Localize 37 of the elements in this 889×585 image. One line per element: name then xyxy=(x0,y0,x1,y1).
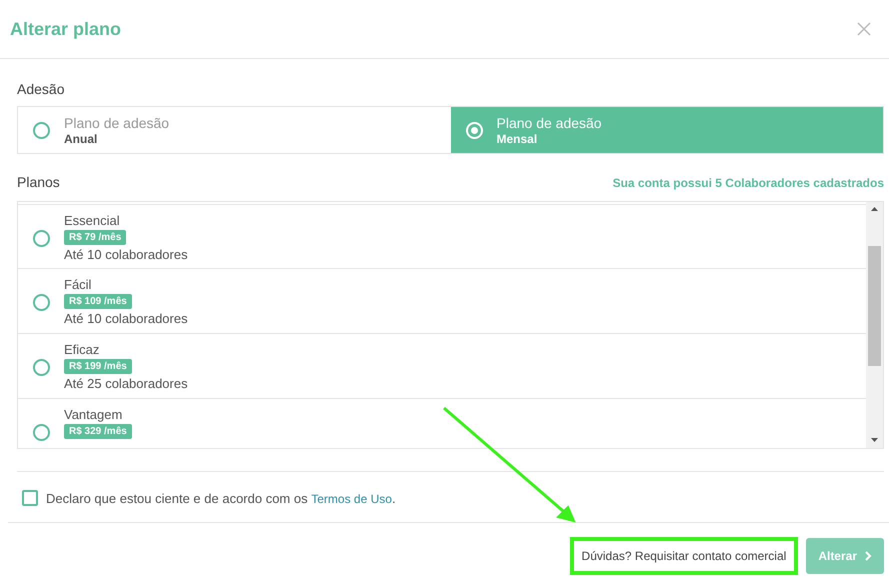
radio-icon xyxy=(466,122,482,138)
price-tag: R$ 109 /mês xyxy=(64,294,132,309)
option-label: Plano de adesão xyxy=(64,114,170,132)
radio-icon xyxy=(33,230,50,247)
plan-option[interactable]: Essencial R$ 79 /mês Até 10 colaboradores xyxy=(18,204,866,269)
radio-icon xyxy=(33,122,50,138)
terms-text: Declaro que estou ciente e de acordo com os Termos de Uso. xyxy=(46,490,396,506)
plan-name: Essencial xyxy=(64,213,121,228)
price-tag: R$ 79 /mês xyxy=(64,230,126,245)
scrollbar[interactable] xyxy=(866,202,883,448)
section-heading: Planos xyxy=(17,174,60,190)
dialog-title: Alterar plano xyxy=(10,18,122,40)
plan-option[interactable]: Eficaz R$ 199 /mês Até 25 colaboradores xyxy=(18,334,866,399)
adhesion-option[interactable]: Plano de adesão Anual xyxy=(18,107,450,153)
section-heading: Adesão xyxy=(17,81,66,97)
terms-link[interactable]: Termos de Uso xyxy=(311,492,392,506)
option-period: Mensal xyxy=(496,132,538,146)
radio-icon xyxy=(33,359,50,376)
option-period: Anual xyxy=(64,132,98,146)
radio-icon xyxy=(33,294,50,311)
option-label: Plano de adesão xyxy=(496,114,602,132)
collaborators-note: Sua conta possui 5 Colaboradores cadastrados xyxy=(612,176,884,190)
plan-limit: Até 10 colaboradores xyxy=(64,247,188,262)
terms-checkbox[interactable] xyxy=(22,490,38,506)
radio-icon xyxy=(33,424,50,441)
plan-option[interactable]: Vantagem R$ 329 /mês xyxy=(18,399,866,448)
close-icon[interactable] xyxy=(857,22,871,36)
plan-name: Fácil xyxy=(64,277,92,292)
plan-name: Vantagem xyxy=(64,407,124,422)
plan-limit: Até 10 colaboradores xyxy=(64,311,188,326)
plan-option[interactable]: Fácil R$ 109 /mês Até 10 colaboradores xyxy=(18,269,866,334)
price-tag: R$ 199 /mês xyxy=(64,359,132,374)
contact-button[interactable]: Dúvidas? Requisitar contato comercial xyxy=(570,537,798,575)
price-tag: R$ 329 /mês xyxy=(64,424,132,439)
plan-limit: Até 25 colaboradores xyxy=(64,376,188,391)
plan-name: Eficaz xyxy=(64,342,100,357)
chevron-right-icon xyxy=(865,551,872,561)
